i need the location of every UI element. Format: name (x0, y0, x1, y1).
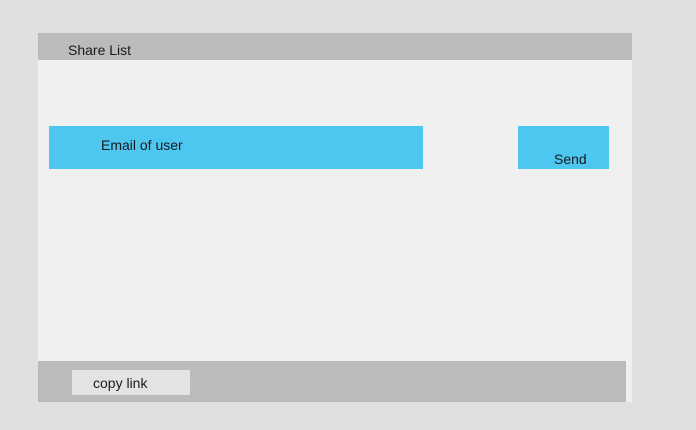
dialog-footer: copy link (38, 361, 626, 402)
copy-link-label: copy link (93, 375, 148, 391)
send-button-label: Send (554, 151, 587, 167)
share-list-dialog: Share List Email of user Send copy link (38, 33, 632, 402)
email-input-placeholder: Email of user (101, 137, 183, 153)
dialog-header: Share List (38, 33, 632, 60)
copy-link-button[interactable]: copy link (72, 370, 190, 395)
dialog-title: Share List (68, 42, 132, 58)
send-button[interactable]: Send (518, 126, 609, 169)
email-input[interactable]: Email of user (49, 126, 423, 169)
